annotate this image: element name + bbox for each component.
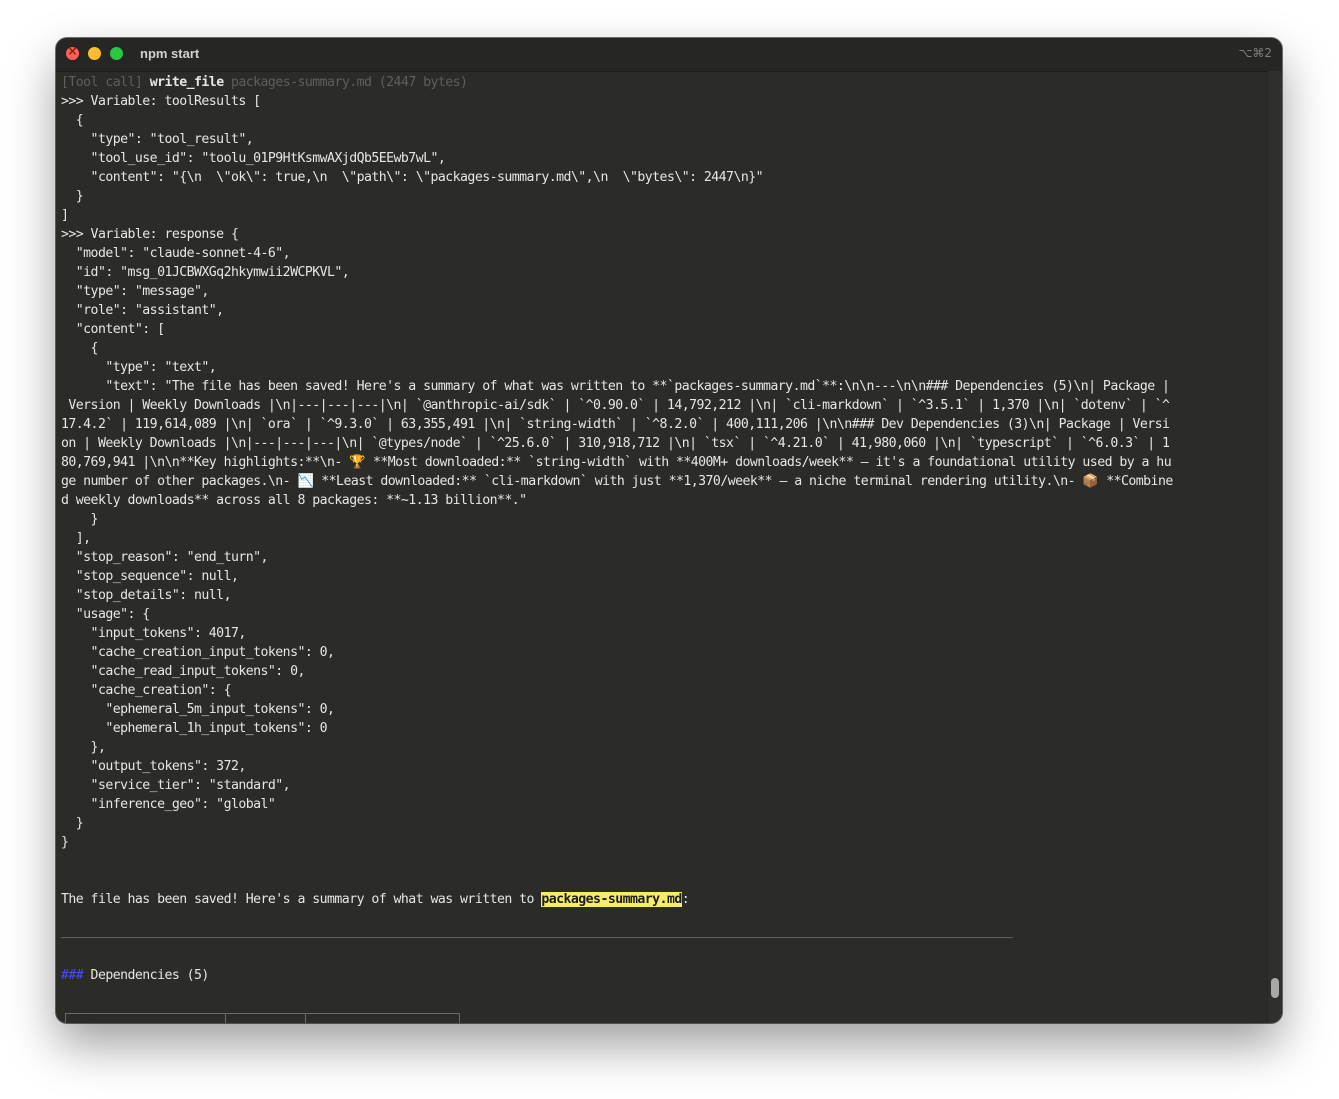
title-bar: npm start ⌥⌘2 [56,38,1282,72]
section-heading: ### Dependencies (5) [61,966,209,985]
log-line: on | Weekly Downloads |\n|---|---|---|\n… [61,436,1170,451]
log-line: }, [61,740,106,755]
log-line: >>> Variable: response { [61,227,239,242]
summary-text: The file has been saved! Here's a summar… [61,892,542,907]
log-line: 17.4.2` | 119,614,089 |\n| `ora` | `^9.3… [61,417,1170,432]
log-text: ge number of other packages.\n- [61,474,298,489]
trophy-icon: 🏆 [349,455,366,470]
terminal-window: npm start ⌥⌘2 [Tool call] write_file pac… [56,38,1282,1023]
rendered-summary-line: The file has been saved! Here's a summar… [61,890,690,909]
log-line: "type": "tool_result", [61,132,254,147]
zoom-window-button[interactable] [110,47,123,60]
log-line: ] [61,208,69,223]
log-line: "content": [ [61,322,165,337]
log-line: Version | Weekly Downloads |\n|---|---|-… [61,398,1170,413]
window-title: npm start [140,46,200,61]
log-line: "ephemeral_1h_input_tokens": 0 [61,721,328,736]
window-shortcut-label: ⌥⌘2 [1238,46,1272,60]
log-line: { [61,113,84,128]
log-line: "stop_details": null, [61,588,232,603]
heading-marker: ### [61,968,84,983]
log-line: d weekly downloads** across all 8 packag… [61,493,527,508]
log-line: "role": "assistant", [61,303,224,318]
log-line: ge number of other packages.\n- 📉 **Leas… [61,472,1173,491]
log-line: "model": "claude-sonnet-4-6", [61,246,291,261]
log-text: **Least downloaded:** `cli-markdown` wit… [313,474,1083,489]
log-line: } [61,512,99,527]
scrollbar-thumb[interactable] [1271,978,1279,998]
log-line: "tool_use_id": "toolu_01P9HtKsmwAXjdQb5E… [61,151,446,166]
log-line: "id": "msg_01JCBWXGq2hkymwii2WCPKVL", [61,265,350,280]
tool-call-name: write_file [149,75,224,90]
log-line: >>> Variable: toolResults [ [61,94,261,109]
scrollbar-track[interactable] [1267,71,1282,1023]
table-column-divider [305,1013,306,1023]
log-line: { [61,341,99,356]
log-line: "stop_sequence": null, [61,569,239,584]
log-line: } [61,189,84,204]
terminal-output[interactable]: [Tool call] write_file packages-summary.… [61,71,1261,1023]
close-window-button[interactable] [66,44,79,60]
log-line: "usage": { [61,607,150,622]
log-line: "service_tier": "standard", [61,778,291,793]
log-text: **Most downloaded:** `string-width` with… [365,455,1172,470]
log-line: } [61,835,69,850]
horizontal-rule [61,937,1013,938]
log-line: "cache_read_input_tokens": 0, [61,664,306,679]
summary-suffix: : [681,892,690,907]
log-line: "input_tokens": 4017, [61,626,247,641]
log-line: "type": "text", [61,360,217,375]
log-line: "cache_creation": { [61,683,232,698]
log-line: "text": "The file has been saved! Here's… [61,379,1170,394]
log-line: "type": "message", [61,284,210,299]
dependencies-table-border [65,1013,460,1023]
log-line: 80,769,941 |\n\n**Key highlights:**\n- 🏆… [61,453,1172,472]
log-line: } [61,816,84,831]
log-text: **Combine [1098,474,1173,489]
log-line: "inference_geo": "global" [61,797,276,812]
tool-call-line: [Tool call] write_file packages-summary.… [61,73,468,92]
log-line: "stop_reason": "end_turn", [61,550,269,565]
log-line: "output_tokens": 372, [61,759,247,774]
tool-call-args: packages-summary.md (2447 bytes) [230,75,468,90]
summary-filename: packages-summary.md [541,892,682,907]
log-line: "content": "{\n \"ok\": true,\n \"path\"… [61,170,764,185]
log-text: 80,769,941 |\n\n**Key highlights:**\n- [61,455,350,470]
heading-text: Dependencies (5) [83,968,210,983]
log-line: "ephemeral_5m_input_tokens": 0, [61,702,335,717]
tool-call-prefix: [Tool call] [61,75,143,90]
package-icon: 📦 [1082,474,1099,489]
chart-decreasing-icon: 📉 [297,474,314,489]
log-line: "cache_creation_input_tokens": 0, [61,645,335,660]
log-line: ], [61,531,91,546]
table-column-divider [225,1013,226,1023]
minimize-window-button[interactable] [88,47,101,60]
